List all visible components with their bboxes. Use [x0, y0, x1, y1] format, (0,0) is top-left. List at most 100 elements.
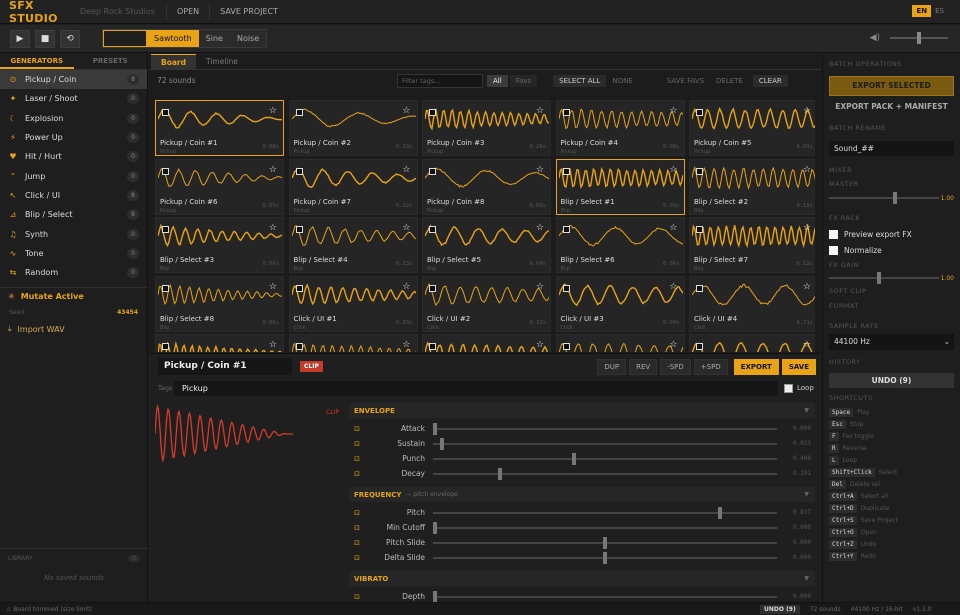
slider-handle[interactable] — [571, 452, 576, 465]
filter-all-button[interactable]: All — [487, 74, 508, 87]
section-envelope[interactable]: ENVELOPE ▼ — [349, 403, 815, 418]
save-project-button[interactable]: SAVE PROJECT — [214, 4, 284, 19]
generator-item-random[interactable]: ⇆ Random 0 — [0, 263, 147, 282]
generator-item-blip[interactable]: ⊿ Blip / Select 8 — [0, 205, 147, 224]
star-icon[interactable]: ☆ — [536, 223, 544, 233]
lang-es-button[interactable]: ES — [931, 5, 948, 17]
generator-item-tone[interactable]: ∿ Tone 0 — [0, 244, 147, 263]
normalize-checkbox[interactable]: Normalize — [829, 242, 954, 258]
star-icon[interactable]: ☆ — [269, 165, 277, 175]
lock-icon[interactable]: ⊡ — [349, 455, 365, 463]
sound-card[interactable]: ☆ — [555, 334, 685, 352]
sound-card[interactable]: ☆ Blip / Select #3 Blip 0.06s — [155, 217, 284, 273]
star-icon[interactable]: ☆ — [402, 340, 410, 350]
waveform-sine-button[interactable]: Sine — [198, 30, 230, 47]
sound-card[interactable]: ☆ — [422, 334, 551, 352]
loop-button[interactable]: ⟲ — [60, 29, 80, 48]
select-checkbox[interactable] — [162, 343, 169, 350]
save-button[interactable]: SAVE — [781, 359, 816, 375]
star-icon[interactable]: ☆ — [269, 223, 277, 233]
seed-value[interactable]: 43454 — [117, 309, 138, 316]
filter-favs-button[interactable]: Favs — [509, 74, 538, 87]
sound-card[interactable]: ☆ Click / UI #1 Click 0.03s — [288, 275, 418, 332]
export-selected-button[interactable]: EXPORT SELECTED — [829, 76, 954, 96]
generator-item-jump[interactable]: ⌃ Jump 0 — [0, 166, 147, 185]
master-handle[interactable] — [892, 192, 897, 204]
sound-card[interactable]: ☆ — [155, 334, 284, 352]
stop-button[interactable]: ■ — [35, 29, 55, 48]
star-icon[interactable]: ☆ — [803, 282, 811, 292]
volume-handle[interactable] — [917, 32, 921, 44]
open-button[interactable]: OPEN — [171, 4, 205, 19]
select-checkbox[interactable] — [562, 226, 570, 233]
play-button[interactable]: ▶ — [10, 29, 30, 48]
fx-gain-slider[interactable] — [829, 272, 939, 284]
tags-input[interactable]: Pickup — [174, 380, 778, 396]
sound-card[interactable]: ☆ Blip / Select #5 Blip 0.04s — [422, 217, 551, 273]
select-checkbox[interactable] — [696, 284, 703, 292]
lock-icon[interactable]: ⊡ — [349, 470, 365, 478]
star-icon[interactable]: ☆ — [402, 282, 410, 292]
chevron-down-icon[interactable]: ▼ — [804, 491, 809, 498]
preview-fx-checkbox[interactable]: Preview export FX — [829, 226, 954, 242]
param-slider[interactable] — [433, 467, 777, 480]
tab-presets[interactable]: PRESETS — [74, 54, 148, 69]
sound-card[interactable]: ☆ Blip / Select #2 Blip 0.15s — [689, 158, 815, 215]
import-wav-button[interactable]: ⤓ Import WAV — [0, 319, 147, 339]
param-slider[interactable] — [433, 422, 777, 435]
select-checkbox[interactable] — [562, 343, 570, 350]
mutate-active-button[interactable]: ✳ Mutate Active — [0, 287, 147, 305]
slider-handle[interactable] — [603, 536, 607, 549]
sound-card[interactable]: ☆ Pickup / Coin #7 Pickup 0.12s — [288, 158, 418, 215]
lock-icon[interactable]: ⊡ — [349, 509, 365, 517]
tab-timeline[interactable]: Timeline — [196, 54, 248, 69]
sound-card[interactable]: ☆ Blip / Select #8 Blip 0.06s — [155, 275, 284, 332]
star-icon[interactable]: ☆ — [402, 106, 410, 116]
select-checkbox[interactable] — [162, 167, 169, 175]
star-icon[interactable]: ☆ — [803, 106, 811, 116]
section-vibrato[interactable]: VIBRATO ▼ — [349, 571, 815, 586]
select-checkbox[interactable] — [696, 167, 703, 175]
select-checkbox[interactable] — [162, 226, 169, 233]
slider-handle[interactable] — [439, 437, 444, 450]
sound-card[interactable]: ☆ Blip / Select #4 Blip 0.13s — [288, 217, 418, 273]
undo-button[interactable]: UNDO (9) — [829, 373, 954, 388]
param-slider[interactable] — [433, 536, 777, 549]
slider-handle[interactable] — [497, 467, 502, 480]
slider-handle[interactable] — [433, 590, 437, 603]
star-icon[interactable]: ☆ — [402, 223, 410, 233]
chevron-down-icon[interactable]: ▼ — [804, 575, 809, 582]
select-checkbox[interactable] — [295, 109, 303, 116]
sound-card[interactable]: ☆ Pickup / Coin #2 Pickup 0.10s — [288, 100, 418, 156]
sound-card[interactable]: ☆ Click / UI #4 Click 0.71s — [689, 275, 815, 332]
sample-rate-select[interactable]: 44100 Hz ⌄ — [829, 334, 954, 350]
generator-item-click[interactable]: ↖ Click / UI 8 — [0, 186, 147, 205]
generator-item-power-up[interactable]: ⚡ Power Up 0 — [0, 128, 147, 147]
generator-item-laser[interactable]: ✦ Laser / Shoot 0 — [0, 89, 147, 108]
star-icon[interactable]: ☆ — [402, 165, 410, 175]
waveform-noise-button[interactable]: Noise — [229, 30, 267, 47]
tab-generators[interactable]: GENERATORS — [0, 54, 74, 69]
select-checkbox[interactable] — [696, 109, 703, 116]
select-checkbox[interactable] — [429, 167, 436, 175]
star-icon[interactable]: ☆ — [536, 282, 544, 292]
select-none-button[interactable]: NONE — [606, 75, 638, 87]
sound-card[interactable]: ☆ Pickup / Coin #5 Pickup 0.03s — [689, 100, 815, 156]
star-icon[interactable]: ☆ — [536, 165, 544, 175]
param-slider[interactable] — [433, 521, 777, 534]
sound-card[interactable]: ☆ Click / UI #3 Click 0.00s — [555, 275, 685, 332]
star-icon[interactable]: ☆ — [269, 282, 277, 292]
star-icon[interactable]: ☆ — [669, 165, 677, 175]
filter-tags-input[interactable]: Filter tags... — [397, 73, 483, 88]
delete-button[interactable]: DELETE — [710, 75, 749, 87]
lock-icon[interactable]: ⊡ — [349, 539, 365, 547]
sound-card[interactable]: ☆ — [689, 334, 815, 352]
generator-item-synth[interactable]: ♫ Synth 0 — [0, 224, 147, 243]
slider-handle[interactable] — [433, 422, 437, 435]
select-checkbox[interactable] — [429, 226, 436, 233]
sound-card[interactable]: ☆ — [288, 334, 418, 352]
select-checkbox[interactable] — [429, 343, 436, 350]
sound-card[interactable]: ☆ Blip / Select #7 Blip 0.12s — [689, 217, 815, 273]
select-checkbox[interactable] — [696, 343, 703, 350]
lang-en-button[interactable]: EN — [912, 5, 932, 17]
